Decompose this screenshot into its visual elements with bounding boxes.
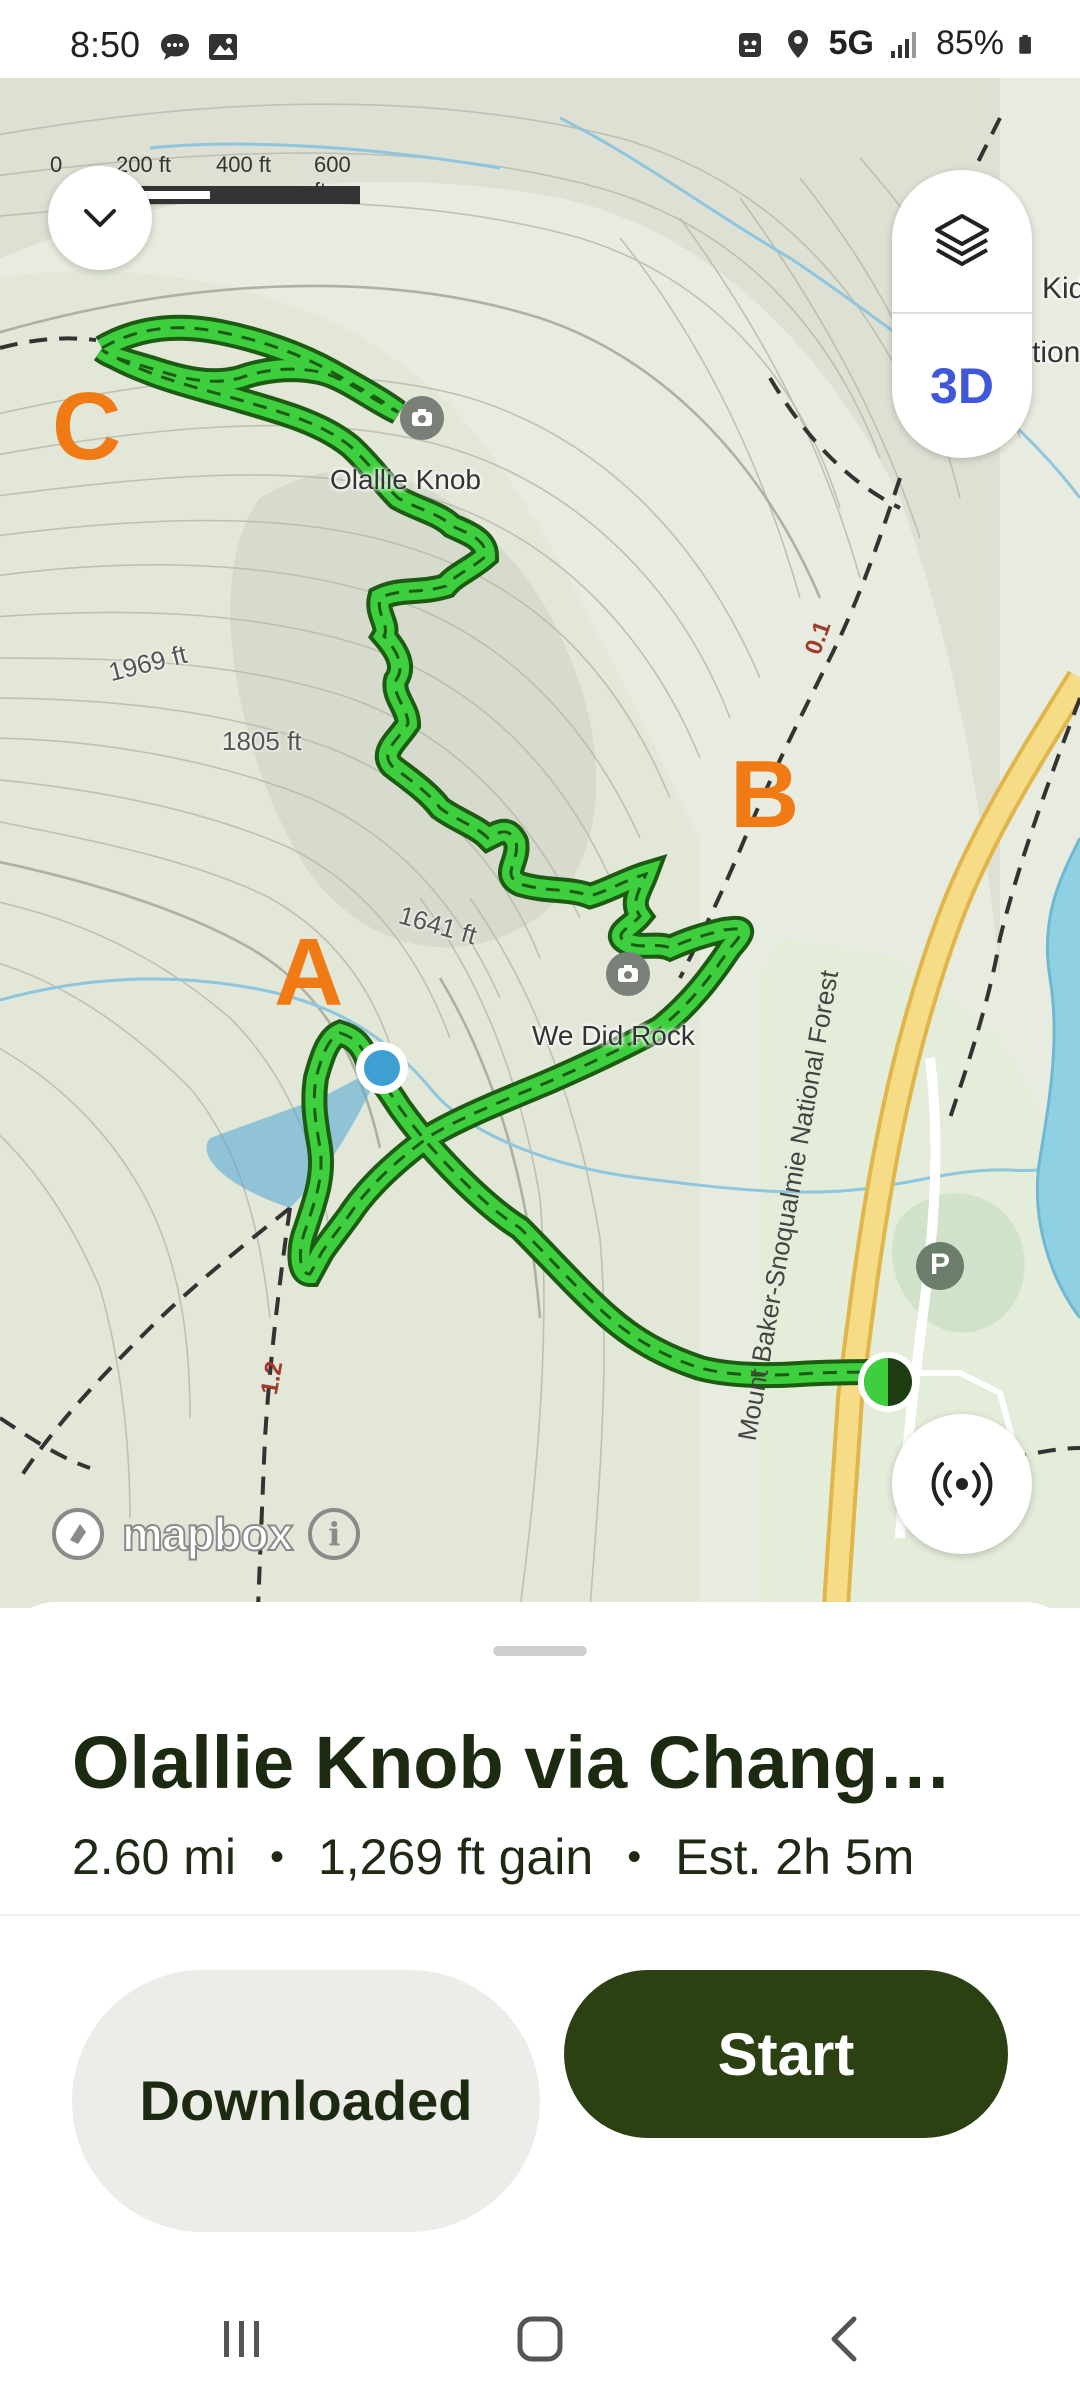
image-icon [209, 34, 237, 60]
scale-tick: 400 ft [216, 152, 272, 177]
status-time: 8:50 [70, 24, 141, 65]
stat-separator: • [269, 1834, 284, 1879]
trail-details-sheet[interactable]: Olallie Knob via Chang… 2.60 mi • 1,269 … [0, 1602, 1080, 2282]
live-location-button[interactable] [892, 1414, 1032, 1554]
trail-title: Olallie Knob via Chang… [72, 1721, 952, 1804]
poi-label-we-did-rock[interactable]: We Did Rock [532, 1020, 695, 1052]
chat-bubble-icon [161, 34, 189, 60]
status-icons-right: 5G 85% [733, 24, 1040, 63]
poi-label-olallie-knob[interactable]: Olallie Knob [330, 464, 481, 496]
location-icon [787, 29, 808, 58]
trail-distance-label: 1.2 [256, 1359, 289, 1397]
network-type: 5G [828, 24, 874, 62]
recent-apps-button[interactable] [202, 2304, 282, 2374]
info-button[interactable]: i [308, 1508, 361, 1560]
elevation-label: 1805 ft [222, 726, 302, 756]
home-icon [517, 2316, 563, 2362]
map-view[interactable]: P Olallie Knob We Did Rock 1969 ft 1805 … [0, 78, 1080, 1608]
start-button[interactable]: Start [564, 1970, 1008, 2138]
mapbox-attribution[interactable]: mapbox i [50, 1506, 361, 1562]
partial-map-label: tion [1032, 336, 1080, 369]
map-controls-pill: 3D [892, 170, 1032, 458]
chevron-down-icon [84, 209, 116, 227]
3d-toggle-button[interactable]: 3D [892, 314, 1032, 458]
back-icon [831, 2316, 857, 2362]
collapse-button[interactable] [48, 166, 152, 270]
status-icons-left [158, 30, 240, 64]
partial-map-label: Kid [1042, 272, 1080, 305]
signal-icon [890, 31, 916, 58]
recent-apps-icon [224, 2321, 259, 2357]
info-icon: i [328, 1515, 341, 1553]
camera-icon[interactable] [410, 406, 434, 430]
trail-elevation-gain: 1,269 ft gain [317, 1829, 594, 1885]
trail-distance: 2.60 mi [72, 1829, 236, 1885]
waypoint-c: C [52, 373, 122, 480]
robot-icon [738, 32, 761, 57]
scale-tick: 0 [50, 152, 63, 177]
downloaded-button[interactable]: Downloaded [72, 1970, 540, 2232]
back-button[interactable] [806, 2304, 886, 2374]
mapbox-wordmark: mapbox [121, 1507, 294, 1561]
mapbox-logo-icon [52, 1508, 104, 1560]
sheet-drag-handle[interactable] [493, 1646, 587, 1656]
home-button[interactable] [500, 2304, 580, 2374]
battery-icon [1019, 34, 1031, 54]
parking-marker[interactable]: P [928, 1248, 952, 1282]
camera-icon[interactable] [616, 962, 640, 986]
waypoint-a: A [274, 919, 344, 1026]
layers-icon [935, 214, 989, 266]
waypoint-b: B [730, 741, 800, 848]
layers-button[interactable] [892, 170, 1032, 312]
trail-stats: 2.60 mi • 1,269 ft gain • Est. 2h 5m [72, 1828, 914, 1886]
stat-separator: • [627, 1834, 642, 1879]
broadcast-icon [931, 1462, 993, 1506]
battery-percent: 85% [935, 24, 1004, 62]
trail-estimated-time: Est. 2h 5m [675, 1829, 915, 1885]
system-nav-bar [0, 2282, 1080, 2400]
status-bar: 8:50 5G 85% [0, 0, 1080, 78]
